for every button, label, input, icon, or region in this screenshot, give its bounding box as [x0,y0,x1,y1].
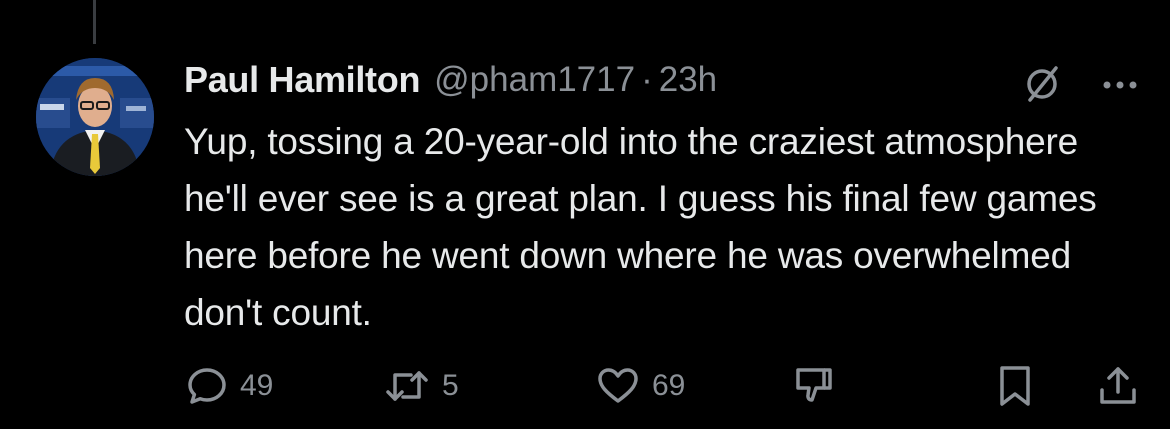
more-icon[interactable] [1102,78,1138,96]
like-button[interactable]: 69 [596,362,685,410]
reply-button[interactable]: 49 [186,362,273,410]
bookmark-button[interactable] [996,362,1034,410]
timestamp[interactable]: 23h [659,60,717,100]
avatar[interactable] [36,58,154,176]
user-handle[interactable]: @pham1717 [434,60,635,100]
share-button[interactable] [1096,362,1140,410]
thread-line [93,0,96,44]
dislike-button[interactable] [792,362,836,410]
like-icon [598,368,638,403]
reply-count: 49 [240,369,274,402]
repost-icon [386,371,428,401]
repost-count: 5 [442,369,459,402]
bookmark-icon [1000,366,1030,406]
tweet-header-icons [1020,62,1138,111]
avatar-image [36,58,154,176]
action-bar: 49 5 69 [186,362,1140,410]
repost-button[interactable]: 5 [384,362,459,410]
grok-icon[interactable] [1020,62,1064,111]
share-icon [1100,367,1136,404]
reply-icon [188,368,226,404]
tweet-header: Paul Hamilton @pham1717 · 23h [184,52,717,108]
tweet-text: Yup, tossing a 20-year-old into the craz… [184,121,1097,333]
like-count: 69 [652,369,686,402]
separator-dot: · [641,60,653,99]
dislike-icon [796,368,832,402]
display-name[interactable]: Paul Hamilton [184,59,420,101]
